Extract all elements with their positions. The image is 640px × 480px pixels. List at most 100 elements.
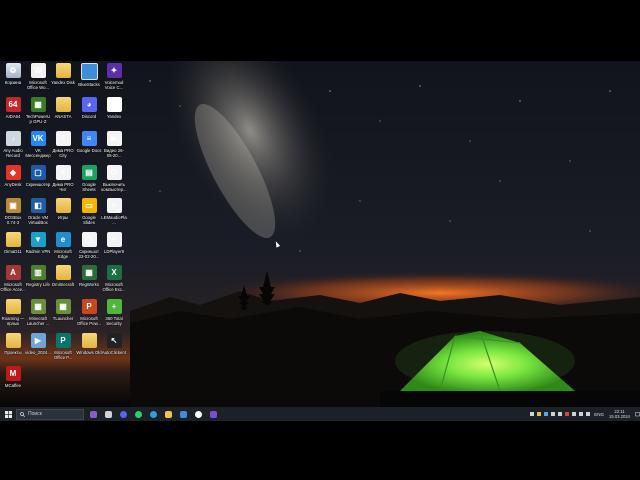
desktop-shortcut[interactable]: ⏻ Выключить компьютер... xyxy=(101,165,127,192)
radmin-vpn-icon: ▼ xyxy=(30,232,46,247)
desktop-shortcut[interactable]: P Microsoft Office P... xyxy=(50,333,76,360)
powerpoint-icon: P xyxy=(81,299,97,314)
desktop-shortcut-label: video_2024... xyxy=(25,350,51,355)
desktop-shortcut[interactable]: ▥ Registry Life xyxy=(25,265,51,287)
desktop-shortcut[interactable]: ≡ Дима PRO City xyxy=(50,131,76,158)
search-icon xyxy=(20,411,25,417)
tray-app-icon[interactable] xyxy=(542,407,549,421)
desktop-shortcut[interactable]: ▦ RegWorks xyxy=(76,265,102,287)
desktop-shortcut[interactable]: ≡ Google Docs xyxy=(76,131,102,153)
google-sheets-icon: ▤ xyxy=(81,165,97,180)
desktop-shortcut[interactable]: ≡ LEMaudioPla... xyxy=(101,198,127,225)
desktop-shortcut[interactable]: ▭ Google Slides xyxy=(76,198,102,225)
desktop-shortcut-label: Microsoft Office P... xyxy=(53,350,73,360)
tray-icons xyxy=(528,407,591,421)
desktop-shortcut[interactable]: ▣ DOSBox 0.74-3 xyxy=(0,198,26,225)
desktop-shortcut-label: Выключить компьютер... xyxy=(101,182,127,192)
desktop-shortcut[interactable]: ▦ TLauncher xyxy=(50,299,76,321)
desktop-shortcut-label: DimaD11 xyxy=(4,249,22,254)
desktop-shortcut[interactable]: P Microsoft Office Pow... xyxy=(76,299,102,326)
desktop-shortcut[interactable]: W Microsoft Office Wo... xyxy=(25,63,51,90)
tray-app-icon[interactable] xyxy=(549,407,556,421)
tray-app-icon[interactable] xyxy=(570,407,577,421)
desktop-shortcut[interactable]: Dmitriecraft xyxy=(50,265,76,287)
taskbar-app-button[interactable] xyxy=(206,407,221,421)
desktop-shortcut-label: Google Sheets xyxy=(82,182,96,192)
desktop-shortcut[interactable]: ✦ Voicemod Voice C... xyxy=(101,63,127,90)
store-icon xyxy=(180,410,187,418)
desktop-shortcut[interactable]: Игры xyxy=(50,198,76,220)
desktop-shortcut[interactable]: Roaming — ярлык xyxy=(0,299,26,326)
taskbar-app-button[interactable] xyxy=(131,407,146,421)
desktop-shortcut[interactable]: Yandex Disk xyxy=(50,63,76,85)
desktop-shortcut[interactable]: ♻ Корзина xyxy=(0,63,26,85)
desktop-shortcut[interactable]: ▢ Скриншотер xyxy=(25,165,51,187)
desktop-shortcut-label: Google Docs xyxy=(76,148,102,153)
desktop-shortcut[interactable]: ↖ AutoClicker4 xyxy=(101,333,127,355)
yandex-browser-icon xyxy=(195,410,202,418)
network-icon[interactable] xyxy=(577,407,584,421)
taskbar-app-button[interactable] xyxy=(191,407,206,421)
notifications-button[interactable] xyxy=(634,407,640,421)
language-indicator[interactable]: ENG xyxy=(594,412,604,417)
desktop-shortcut[interactable]: BlueStacks xyxy=(76,63,102,87)
microphone-icon[interactable] xyxy=(556,407,563,421)
folder-icon xyxy=(5,232,21,247)
taskbar-app-button[interactable] xyxy=(161,407,176,421)
desktop-shortcut[interactable]: Windows Old xyxy=(76,333,102,355)
desktop-shortcut[interactable]: ◧ Oracle VM VirtualBox xyxy=(25,198,51,225)
volume-icon[interactable] xyxy=(584,407,591,421)
folder-icon xyxy=(55,97,71,112)
taskbar-app-button[interactable] xyxy=(101,407,116,421)
desktop-shortcut-label: Oracle VM VirtualBox xyxy=(27,215,49,225)
tray-app-icon[interactable] xyxy=(563,407,570,421)
clock[interactable]: 22:11 15.03.2024 xyxy=(609,409,630,419)
desktop-shortcut-label: Microsoft Office Pow... xyxy=(76,316,102,326)
desktop-shortcut[interactable]: DimaD11 xyxy=(0,232,26,254)
taskbar-app-button[interactable] xyxy=(86,407,101,421)
desktop-shortcut-label: AutoClicker4 xyxy=(101,350,127,355)
desktop-shortcut[interactable]: Проекты xyxy=(0,333,26,355)
start-button[interactable] xyxy=(0,407,16,421)
desktop-shortcut[interactable]: Y Yandex xyxy=(101,97,127,119)
voicemod-icon xyxy=(210,410,217,418)
taskbar: Поиск ENG 22:11 15.03.2024 xyxy=(0,407,640,421)
search-box[interactable]: Поиск xyxy=(16,408,84,420)
desktop-shortcut[interactable]: M MCaffee xyxy=(0,366,26,388)
gpuz-icon: ▦ xyxy=(30,97,46,112)
telegram-icon xyxy=(150,410,157,418)
desktop-shortcut[interactable]: 64 AIDA64 xyxy=(0,97,26,119)
desktop-shortcut-label: BlueStacks xyxy=(78,82,100,87)
desktop-shortcut-label: Игры xyxy=(57,215,69,220)
task-view-icon xyxy=(105,410,112,418)
desktop-shortcut-label: MCaffee xyxy=(4,383,22,388)
desktop-shortcut[interactable]: X Microsoft Office Exc... xyxy=(101,265,127,292)
desktop-shortcut[interactable]: ▼ Radmin VPN xyxy=(25,232,51,254)
desktop-shortcut[interactable]: ANASTA xyxy=(50,97,76,119)
desktop-shortcut-label: Microsoft Office Exc... xyxy=(102,282,126,292)
desktop-shortcut-label: Dmitriecraft xyxy=(52,282,74,287)
desktop-shortcut[interactable]: ≡ LDPlayer9 xyxy=(101,232,127,254)
taskbar-app-button[interactable] xyxy=(176,407,191,421)
tray-app-icon[interactable] xyxy=(535,407,542,421)
access-icon: A xyxy=(5,265,21,280)
desktop-shortcut[interactable]: ≡ Дима PRO Чит xyxy=(50,165,76,192)
desktop-shortcut[interactable]: ▦ Minecraft Launcher ... xyxy=(25,299,51,326)
desktop-shortcut[interactable]: ▶ video_2024... xyxy=(25,333,51,355)
taskbar-app-button[interactable] xyxy=(116,407,131,421)
desktop-shortcut[interactable]: VK VK Мессенджер xyxy=(25,131,51,158)
desktop-shortcut-label: Yandex xyxy=(106,114,122,119)
show-hidden-icons-icon[interactable] xyxy=(528,407,535,421)
desktop-shortcut[interactable]: ◆ AnyDesk xyxy=(0,165,26,187)
desktop-shortcut[interactable]: ▶ Видео 26-05-20... xyxy=(101,131,127,158)
desktop-shortcut[interactable]: ▢ Скриншот 22-02-20... xyxy=(76,232,102,259)
desktop-shortcut[interactable]: ◕ Discord xyxy=(76,97,102,119)
desktop-shortcut[interactable]: +360 Total Security xyxy=(101,299,127,326)
desktop-shortcut[interactable]: ▤ Google Sheets xyxy=(76,165,102,192)
desktop-shortcut[interactable]: ♪ Any Audio Record xyxy=(0,131,26,158)
desktop-shortcut[interactable]: e Microsoft Edge xyxy=(50,232,76,259)
desktop-shortcut[interactable]: A Microsoft Office Acce... xyxy=(0,265,26,292)
taskbar-app-button[interactable] xyxy=(146,407,161,421)
desktop-shortcut-label: ANASTA xyxy=(54,114,72,119)
desktop-shortcut[interactable]: ▦ TechPowerUp GPU-Z xyxy=(25,97,51,124)
